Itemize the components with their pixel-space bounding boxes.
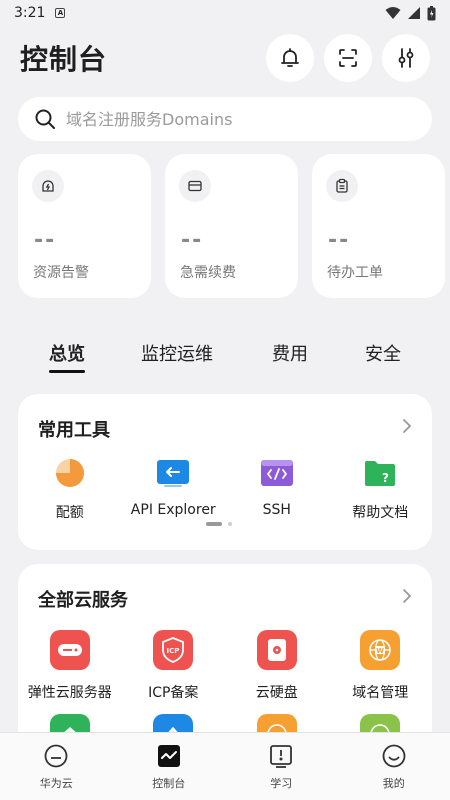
ssh-icon <box>260 456 294 490</box>
stat-card-resource-alarm[interactable]: -- 资源告警 <box>18 154 151 298</box>
icp-icon: ICP <box>153 630 194 670</box>
book-icon <box>270 745 293 768</box>
service-evs[interactable]: 云硬盘 <box>225 630 329 702</box>
svg-text:?: ? <box>382 471 389 485</box>
nav-label: 华为云 <box>39 777 73 790</box>
chevron-right-icon[interactable] <box>398 416 416 436</box>
notifications-button[interactable] <box>266 34 314 82</box>
page-title: 控制台 <box>20 43 108 76</box>
active-tab-indicator <box>49 370 85 373</box>
stat-card-tickets[interactable]: -- 待办工单 <box>312 154 445 298</box>
header: 控制台 <box>0 32 450 84</box>
stat-label: 待办工单 <box>327 265 383 281</box>
search-bar[interactable] <box>18 97 432 141</box>
disk-icon <box>256 630 297 670</box>
service-label: 弹性云服务器 <box>27 685 112 701</box>
scan-icon <box>339 49 357 67</box>
stat-value: -- <box>34 228 57 253</box>
sliders-icon <box>398 48 414 68</box>
all-services-title: 全部云服务 <box>38 590 128 611</box>
header-actions <box>266 34 430 82</box>
service-label: 域名管理 <box>352 685 409 701</box>
stat-cards: -- 资源告警 -- 急需续费 -- 待办工单 <box>18 154 446 298</box>
filter-settings-button[interactable] <box>382 34 430 82</box>
services-grid: 弹性云服务器 ICP ICP备案 云硬盘 W 域名管理 <box>18 630 432 702</box>
status-time: 3:21 <box>14 5 46 21</box>
tool-label: SSH <box>262 502 291 518</box>
tool-help-docs[interactable]: ? 帮助文档 <box>329 456 433 522</box>
stat-card-renewal[interactable]: -- 急需续费 <box>165 154 298 298</box>
tool-api-explorer[interactable]: API Explorer <box>122 456 226 522</box>
nav-console[interactable]: 控制台 <box>113 733 226 800</box>
battery-icon <box>427 5 436 20</box>
nav-learn[interactable]: 学习 <box>225 733 338 800</box>
clipboard-icon <box>326 170 358 202</box>
common-tools-title: 常用工具 <box>38 420 110 441</box>
console-icon <box>157 745 180 767</box>
stat-label: 资源告警 <box>33 265 89 281</box>
page-indicator <box>206 522 232 526</box>
stat-value: -- <box>181 228 204 253</box>
section-tabs: 总览 监控运维 费用 安全 <box>0 334 450 380</box>
tab-billing[interactable]: 费用 <box>272 340 308 366</box>
svg-text:ICP: ICP <box>167 647 180 655</box>
bell-icon <box>281 48 299 67</box>
tool-label: 帮助文档 <box>352 505 409 521</box>
alarm-icon <box>32 170 64 202</box>
tab-overview[interactable]: 总览 <box>49 340 85 366</box>
nav-label: 控制台 <box>152 777 186 790</box>
search-input[interactable] <box>66 109 396 129</box>
notification-icon: A <box>55 8 66 18</box>
domain-icon: W <box>360 630 401 670</box>
chevron-right-icon[interactable] <box>398 586 416 606</box>
service-label: 云硬盘 <box>255 685 298 701</box>
status-indicators <box>385 5 436 21</box>
tools-grid: 配额 API Explorer SSH ? 帮助文档 <box>18 456 432 522</box>
svg-text:W: W <box>377 647 385 655</box>
nav-profile[interactable]: 我的 <box>338 733 450 800</box>
card-icon <box>179 170 211 202</box>
profile-icon <box>382 744 406 768</box>
nav-label: 我的 <box>382 777 405 790</box>
tab-monitoring[interactable]: 监控运维 <box>141 340 213 366</box>
tool-quota[interactable]: 配额 <box>18 456 122 522</box>
signal-icon <box>408 7 420 19</box>
ecs-icon <box>49 630 90 670</box>
service-label: ICP备案 <box>148 685 199 701</box>
wifi-icon <box>385 7 401 19</box>
status-bar: 3:21 A <box>0 0 450 26</box>
tool-label: API Explorer <box>130 502 216 518</box>
tool-ssh[interactable]: SSH <box>225 456 329 522</box>
tab-security[interactable]: 安全 <box>365 340 401 366</box>
stat-label: 急需续费 <box>180 265 236 281</box>
common-tools-panel: 常用工具 配额 API Explorer SSH ? 帮助文档 <box>18 394 432 550</box>
service-domain[interactable]: W 域名管理 <box>329 630 433 702</box>
stat-value: -- <box>328 228 351 253</box>
service-ecs[interactable]: 弹性云服务器 <box>18 630 122 702</box>
pie-icon <box>53 456 87 490</box>
api-icon <box>156 456 190 490</box>
search-icon <box>35 109 55 129</box>
home-icon <box>44 744 68 768</box>
scan-button[interactable] <box>324 34 372 82</box>
bottom-nav: 华为云 控制台 学习 我的 <box>0 732 450 800</box>
nav-label: 学习 <box>270 777 293 790</box>
tool-label: 配额 <box>55 505 84 521</box>
service-icp[interactable]: ICP ICP备案 <box>122 630 226 702</box>
nav-home[interactable]: 华为云 <box>0 733 113 800</box>
help-folder-icon: ? <box>363 456 397 490</box>
